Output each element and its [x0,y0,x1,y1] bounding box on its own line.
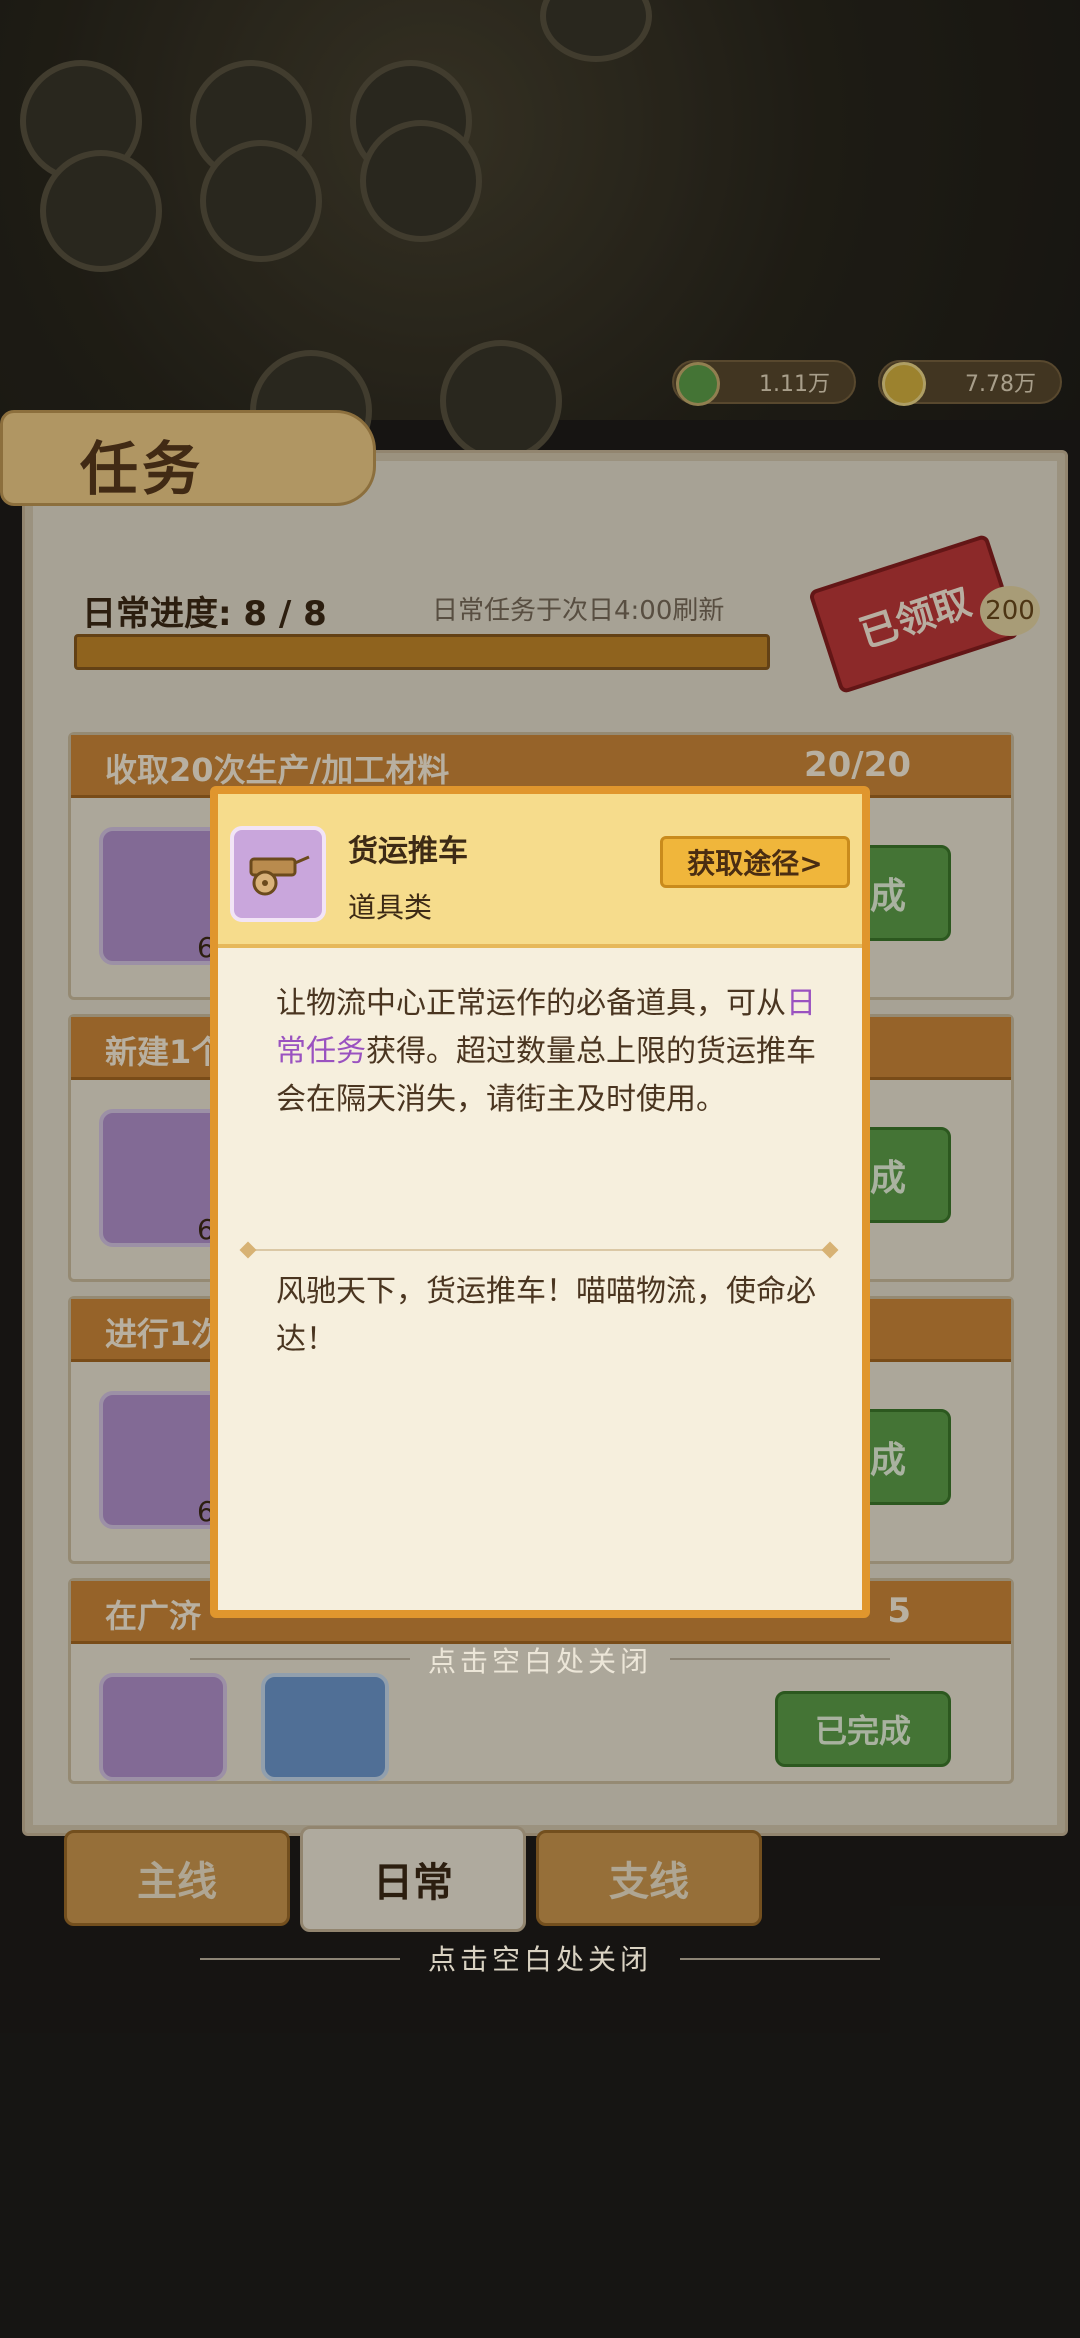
divider-dot-right [821,1241,839,1259]
item-flavor-text: 风驰天下，货运推车！喵喵物流，使命必达！ [276,1274,816,1357]
popup-divider [248,1249,828,1251]
popup-header: 货运推车 道具类 获取途径> [218,794,862,948]
item-detail-popup: 货运推车 道具类 获取途径> 让物流中心正常运作的必备道具，可从日常任务获得。超… [210,786,870,1618]
item-description: 让物流中心正常运作的必备道具，可从日常任务获得。超过数量总上限的货运推车会在隔天… [276,980,816,1124]
close-hint-popup[interactable]: 点击空白处关闭 [0,1640,1080,1680]
item-name: 货运推车 [348,834,468,869]
cart-item-icon [230,826,326,922]
divider-dot-left [239,1241,257,1259]
close-hint-bottom[interactable]: 点击空白处关闭 [0,1938,1080,1978]
get-source-button[interactable]: 获取途径> [660,836,850,888]
item-type: 道具类 [348,891,433,924]
desc-part-1: 让物流中心正常运作的必备道具，可从 [276,986,786,1021]
